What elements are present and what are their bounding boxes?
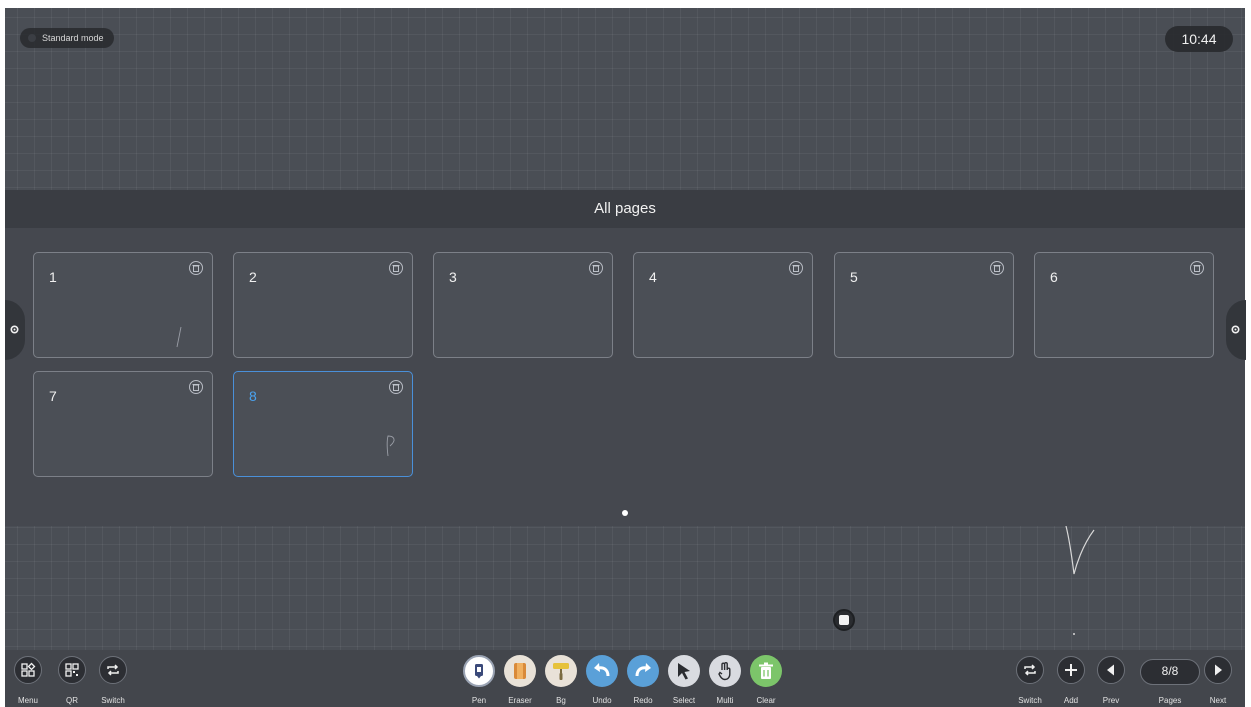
- add-page-button[interactable]: [1057, 656, 1085, 684]
- trash-icon: [759, 662, 773, 679]
- mode-indicator[interactable]: Standard mode: [20, 28, 114, 48]
- page-number: 4: [649, 269, 657, 285]
- eraser-tool[interactable]: [504, 655, 536, 687]
- page-ink-stroke: [176, 326, 182, 348]
- mode-dot-icon: [28, 34, 36, 42]
- bg-label: Bg: [556, 696, 566, 705]
- pen-icon: [475, 664, 483, 679]
- clear-label: Clear: [756, 696, 776, 705]
- page-thumbnail-2[interactable]: 2: [233, 252, 413, 358]
- trash-icon[interactable]: [189, 261, 203, 275]
- page-number: 6: [1050, 269, 1058, 285]
- prev-page-button[interactable]: [1097, 656, 1125, 684]
- pen-tool[interactable]: [463, 655, 495, 687]
- multi-touch-tool[interactable]: [709, 655, 741, 687]
- clear-tool[interactable]: [750, 655, 782, 687]
- page-thumbnail-5[interactable]: 5: [834, 252, 1014, 358]
- menu-grid-icon: [21, 662, 36, 677]
- undo-label: Undo: [592, 696, 612, 705]
- page-thumbnail-3[interactable]: 3: [433, 252, 613, 358]
- page-indicator[interactable]: 8/8: [1140, 659, 1200, 685]
- clock: 10:44: [1165, 26, 1233, 52]
- canvas-ink-stroke: [1065, 525, 1095, 575]
- all-pages-panel: All pages 1 2 3 4 5 6 7 8: [5, 190, 1245, 526]
- page-number: 5: [850, 269, 858, 285]
- panel-title: All pages: [5, 190, 1245, 228]
- next-label: Next: [1209, 696, 1227, 705]
- bottom-toolbar: Menu QR Switch Pen Eraser Bg Undo Redo S…: [5, 650, 1245, 707]
- bg-tool[interactable]: [545, 655, 577, 687]
- switch-label-right: Switch: [1018, 696, 1042, 705]
- trash-icon[interactable]: [389, 261, 403, 275]
- switch-arrows-icon: [1024, 664, 1036, 676]
- select-label: Select: [672, 696, 696, 705]
- eraser-label: Eraser: [508, 696, 532, 705]
- qr-label: QR: [66, 696, 78, 705]
- trash-icon[interactable]: [189, 380, 203, 394]
- page-number: 1: [49, 269, 57, 285]
- pen-label: Pen: [471, 696, 487, 705]
- multi-label: Multi: [716, 696, 734, 705]
- page-thumbnail-1[interactable]: 1: [33, 252, 213, 358]
- undo-icon: [594, 663, 610, 677]
- redo-tool[interactable]: [627, 655, 659, 687]
- trash-icon[interactable]: [789, 261, 803, 275]
- gear-icon: [10, 325, 19, 334]
- mode-label: Standard mode: [42, 33, 104, 43]
- page-thumbnail-4[interactable]: 4: [633, 252, 813, 358]
- select-tool[interactable]: [668, 655, 700, 687]
- page-ink-stroke: [386, 435, 395, 457]
- trash-icon[interactable]: [389, 380, 403, 394]
- trash-icon[interactable]: [589, 261, 603, 275]
- trash-icon[interactable]: [990, 261, 1004, 275]
- paint-roller-icon: [553, 663, 569, 680]
- switch-button-left[interactable]: [99, 656, 127, 684]
- qr-icon: [65, 663, 79, 677]
- pager-dot[interactable]: [622, 510, 628, 516]
- page-thumbnail-7[interactable]: 7: [33, 371, 213, 477]
- next-page-button[interactable]: [1204, 656, 1232, 684]
- canvas-ink-dot: [1073, 633, 1075, 635]
- trash-icon[interactable]: [1190, 261, 1204, 275]
- redo-icon: [635, 663, 651, 677]
- stop-button[interactable]: [833, 609, 855, 631]
- menu-button[interactable]: [14, 656, 42, 684]
- eraser-icon: [514, 663, 526, 679]
- redo-label: Redo: [633, 696, 653, 705]
- switch-label-left: Switch: [101, 696, 125, 705]
- hand-touch-icon: [718, 662, 731, 681]
- switch-button-right[interactable]: [1016, 656, 1044, 684]
- page-number: 8: [249, 388, 257, 404]
- page-thumbnail-6[interactable]: 6: [1034, 252, 1214, 358]
- undo-tool[interactable]: [586, 655, 618, 687]
- chevron-right-icon: [1215, 664, 1222, 676]
- page-number: 2: [249, 269, 257, 285]
- frame-top: [0, 0, 1251, 8]
- gear-icon: [1231, 325, 1240, 334]
- page-number: 7: [49, 388, 57, 404]
- plus-icon: [1065, 664, 1077, 676]
- page-number: 3: [449, 269, 457, 285]
- switch-arrows-icon: [107, 664, 119, 676]
- add-label: Add: [1063, 696, 1079, 705]
- menu-label: Menu: [17, 696, 38, 705]
- chevron-left-icon: [1107, 664, 1114, 676]
- pages-label: Pages: [1158, 696, 1182, 705]
- cursor-arrow-icon: [678, 663, 690, 680]
- prev-label: Prev: [1102, 696, 1120, 705]
- page-thumbnail-8[interactable]: 8: [233, 371, 413, 477]
- right-side-tab[interactable]: [1226, 300, 1246, 360]
- qr-button[interactable]: [58, 656, 86, 684]
